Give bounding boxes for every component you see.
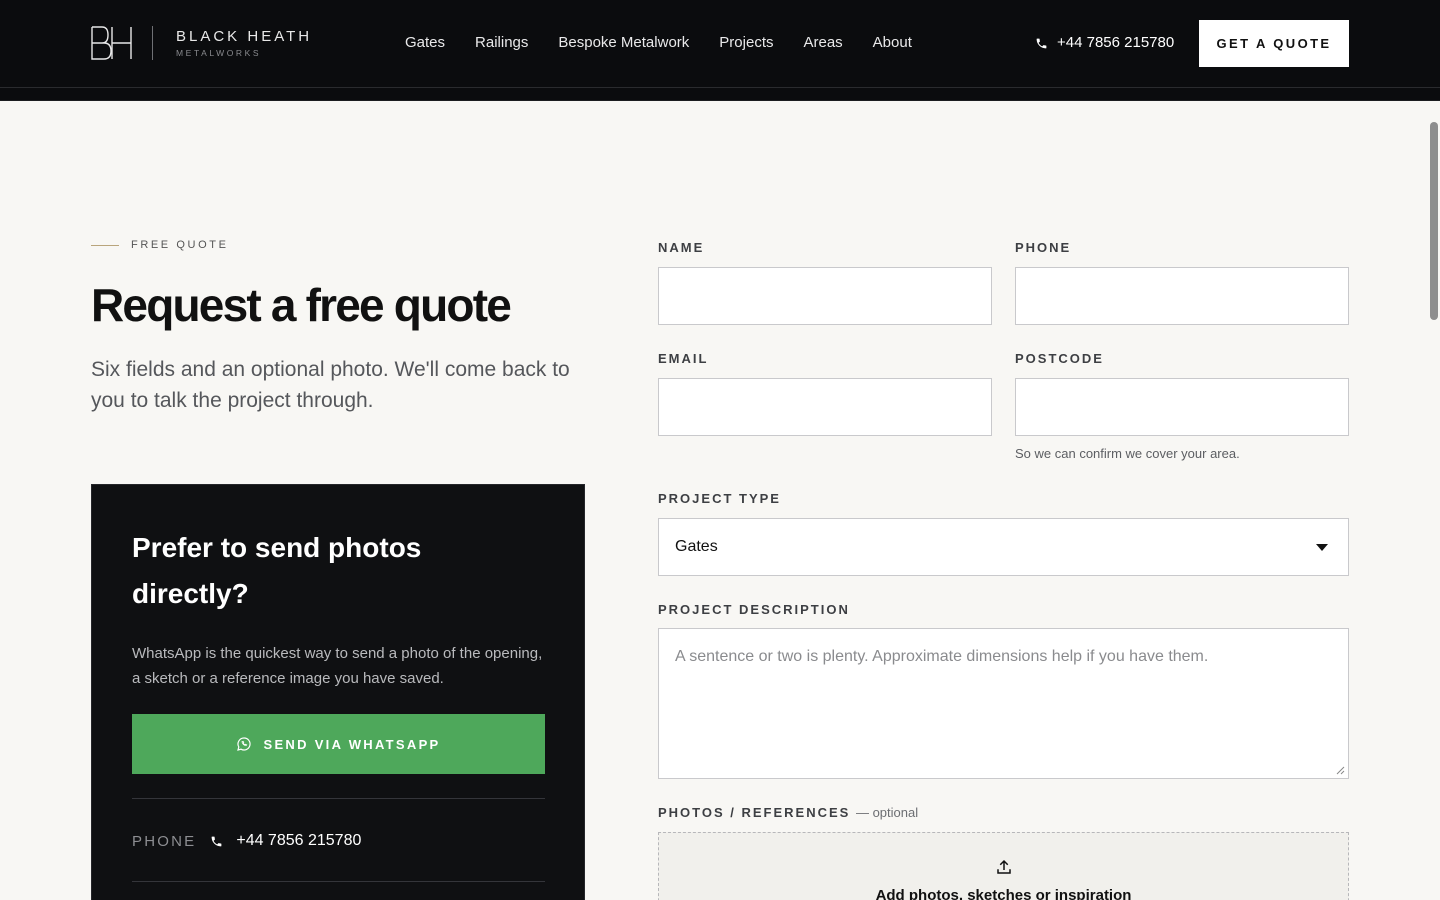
description-placeholder: A sentence or two is plenty. Approximate… xyxy=(675,648,1209,665)
phone-label: PHONE xyxy=(1015,240,1072,255)
email-label: EMAIL xyxy=(658,351,709,366)
card-phone-row[interactable]: PHONE +44 7856 215780 xyxy=(132,828,361,854)
eyebrow-text: FREE QUOTE xyxy=(131,239,229,251)
email-field[interactable] xyxy=(658,378,992,436)
postcode-field[interactable] xyxy=(1015,378,1349,436)
whatsapp-icon xyxy=(237,737,252,751)
card-divider xyxy=(132,798,545,799)
main-nav: Gates Railings Bespoke Metalwork Project… xyxy=(405,32,912,54)
chevron-down-icon xyxy=(1316,543,1328,551)
card-phone-number: +44 7856 215780 xyxy=(236,832,362,849)
page-lead: Six fields and an optional photo. We'll … xyxy=(91,358,570,412)
logo-subtitle: METALWORKS xyxy=(176,47,262,58)
name-field[interactable] xyxy=(658,267,992,325)
phone-icon xyxy=(1036,38,1047,48)
project-type-value: Gates xyxy=(675,538,718,555)
project-description-field[interactable]: A sentence or two is plenty. Approximate… xyxy=(658,628,1349,779)
nav-gates[interactable]: Gates xyxy=(405,32,445,54)
nav-areas[interactable]: Areas xyxy=(803,32,842,54)
resize-handle-icon[interactable] xyxy=(1336,766,1345,775)
header-phone-link[interactable]: +44 7856 215780 xyxy=(1035,32,1174,54)
card-phone-label: PHONE xyxy=(132,832,197,850)
project-description-label: PROJECT DESCRIPTION xyxy=(658,602,850,617)
phone-field[interactable] xyxy=(1015,267,1349,325)
upload-text: Add photos, sketches or inspiration xyxy=(875,887,1132,900)
nav-projects[interactable]: Projects xyxy=(719,32,773,54)
project-type-select[interactable]: Gates xyxy=(658,518,1349,576)
whatsapp-card: Prefer to send photos directly? WhatsApp… xyxy=(91,484,585,900)
nav-railings[interactable]: Railings xyxy=(475,32,528,54)
postcode-label: POSTCODE xyxy=(1015,351,1104,366)
logo-monogram-icon xyxy=(91,26,132,60)
logo-name: BLACK HEATH xyxy=(176,27,313,45)
nav-about[interactable]: About xyxy=(873,32,912,54)
header-shadow-strip xyxy=(0,88,1440,101)
nav-bespoke-metalwork[interactable]: Bespoke Metalwork xyxy=(558,32,689,54)
photos-label-text: PHOTOS / REFERENCES xyxy=(658,805,851,820)
photo-upload-dropzone[interactable]: Add photos, sketches or inspiration xyxy=(658,832,1349,900)
name-label: NAME xyxy=(658,240,705,255)
page-scrollbar[interactable] xyxy=(1430,122,1438,320)
logo-divider xyxy=(152,26,153,60)
whatsapp-card-title: Prefer to send photos directly? xyxy=(132,532,422,609)
whatsapp-card-body: WhatsApp is the quickest way to send a p… xyxy=(132,645,543,687)
logo-wordmark: BLACK HEATH METALWORKS xyxy=(176,28,312,59)
logo[interactable]: BLACK HEATH METALWORKS xyxy=(91,25,312,61)
card-divider xyxy=(132,881,545,882)
whatsapp-button-label: SEND VIA WHATSAPP xyxy=(263,736,441,752)
page-title: Request a free quote xyxy=(91,279,512,331)
header-phone-number: +44 7856 215780 xyxy=(1057,34,1175,51)
upload-icon xyxy=(997,859,1011,874)
photos-optional-note: — optional xyxy=(855,805,919,820)
send-via-whatsapp-button[interactable]: SEND VIA WHATSAPP xyxy=(132,714,545,774)
get-quote-button[interactable]: GET A QUOTE xyxy=(1199,20,1349,67)
site-header: BLACK HEATH METALWORKS Gates Railings Be… xyxy=(0,0,1440,88)
eyebrow-line xyxy=(91,244,119,246)
postcode-hint: So we can confirm we cover your area. xyxy=(1015,446,1240,461)
phone-icon xyxy=(211,836,222,846)
photos-label: PHOTOS / REFERENCES — optional xyxy=(658,805,918,821)
project-type-label: PROJECT TYPE xyxy=(658,491,781,506)
eyebrow: FREE QUOTE xyxy=(91,239,229,251)
